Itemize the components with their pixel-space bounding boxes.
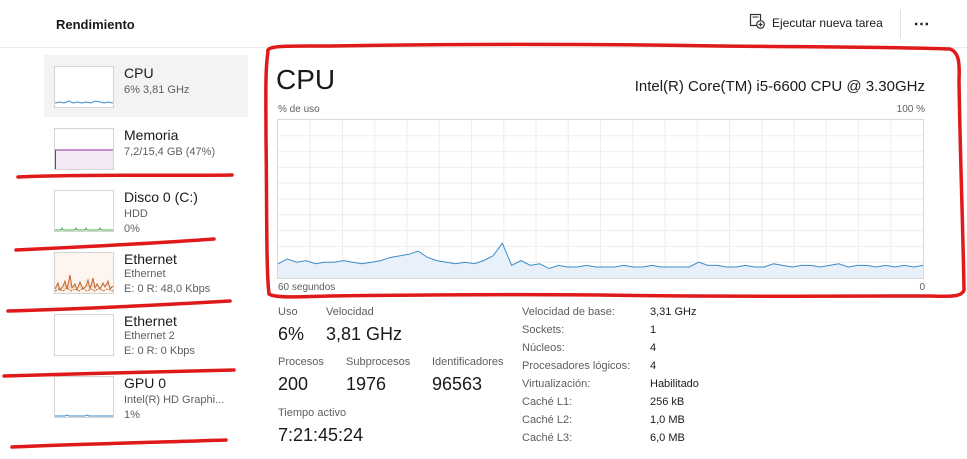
gpu-thumbnail-graph [54,376,114,418]
spec-key: Caché L3: [522,432,573,444]
cpu-thumbnail-graph [54,66,114,108]
sidebar-item-detail: Intel(R) HD Graphi... [124,394,225,406]
spec-key: Caché L2: [522,414,573,426]
cpu-title: CPU [276,64,336,95]
threads-label: Subprocesos [346,356,411,368]
sidebar: CPU 6% 3,81 GHz Memoria 7,2/15,4 GB (47%… [44,55,248,427]
spec-value: 1 [650,324,657,336]
header-divider [900,10,901,38]
sidebar-item-label: Memoria [124,127,179,143]
annotation-underline-gpu [10,438,228,449]
spec-value: 3,31 GHz [650,306,697,318]
speed-label: Velocidad [326,306,374,318]
sidebar-item-detail: 6% 3,81 GHz [124,84,190,96]
uptime-value: 7:21:45:24 [278,425,364,445]
run-new-task-button[interactable]: Ejecutar nueva tarea [749,13,883,32]
usage-label: Uso [278,306,298,318]
sidebar-item-detail: 0% [124,223,140,235]
threads-value: 1976 [346,374,387,394]
run-new-task-label: Ejecutar nueva tarea [772,15,883,30]
x-axis-label: 60 segundos [278,282,336,293]
spec-key: Núcleos: [522,342,565,354]
uptime-label: Tiempo activo [278,407,347,419]
usage-value: 6% [278,324,305,344]
sidebar-item-detail: Ethernet [124,268,166,280]
more-icon: ⋯ [913,16,931,33]
spec-value: 6,0 MB [650,432,685,444]
page-title: Rendimiento [56,17,135,32]
ethernet-2-thumbnail-graph [54,314,114,356]
spec-key: Caché L1: [522,396,573,408]
handles-value: 96563 [432,374,483,394]
sidebar-item-detail: 1% [124,409,140,421]
sidebar-item-disk[interactable]: Disco 0 (C:) HDD 0% [44,179,248,241]
spec-value: Habilitado [650,378,699,390]
sidebar-item-ethernet-2[interactable]: Ethernet Ethernet 2 E: 0 R: 0 Kbps [44,303,248,365]
header-bar: Rendimiento Ejecutar nueva tarea ⋯ [0,0,967,48]
sidebar-item-label: Ethernet [124,251,177,267]
spec-value: 4 [650,342,657,354]
new-task-icon [749,13,765,32]
spec-key: Sockets: [522,324,565,336]
spec-value: 4 [650,360,657,372]
spec-value: 256 kB [650,396,685,408]
processes-value: 200 [278,374,309,394]
disk-thumbnail-graph [54,190,114,232]
y-axis-label: % de uso [278,104,320,115]
handles-label: Identificadores [432,356,504,368]
sidebar-item-cpu[interactable]: CPU 6% 3,81 GHz [44,55,248,117]
processes-label: Procesos [278,356,324,368]
cpu-usage-chart [277,120,924,278]
sidebar-item-label: Ethernet [124,313,177,329]
sidebar-item-label: Disco 0 (C:) [124,189,198,205]
sidebar-item-detail: HDD [124,208,148,220]
spec-key: Procesadores lógicos: [522,360,631,372]
y-axis-max-label: 100 % [896,104,925,115]
sidebar-item-ethernet[interactable]: Ethernet Ethernet E: 0 R: 48,0 Kbps [44,241,248,303]
sidebar-item-detail: E: 0 R: 48,0 Kbps [124,283,211,295]
sidebar-item-memory[interactable]: Memoria 7,2/15,4 GB (47%) [44,117,248,179]
ethernet-thumbnail-graph [54,252,114,294]
sidebar-item-detail: Ethernet 2 [124,330,175,342]
sidebar-item-detail: E: 0 R: 0 Kbps [124,345,195,357]
cpu-usage-graph [277,119,924,279]
sidebar-item-label: CPU [124,65,154,81]
sidebar-item-detail: 7,2/15,4 GB (47%) [124,146,216,158]
sidebar-item-label: GPU 0 [124,375,167,391]
memory-thumbnail-graph [54,128,114,170]
speed-value: 3,81 GHz [326,324,403,344]
x-axis-min-label: 0 [919,282,925,293]
spec-key: Virtualización: [522,378,591,390]
spec-key: Velocidad de base: [522,306,615,318]
more-options-button[interactable]: ⋯ [906,12,938,36]
cpu-model-name: Intel(R) Core(TM) i5-6600 CPU @ 3.30GHz [634,78,925,95]
sidebar-item-gpu[interactable]: GPU 0 Intel(R) HD Graphi... 1% [44,365,248,427]
spec-value: 1,0 MB [650,414,685,426]
